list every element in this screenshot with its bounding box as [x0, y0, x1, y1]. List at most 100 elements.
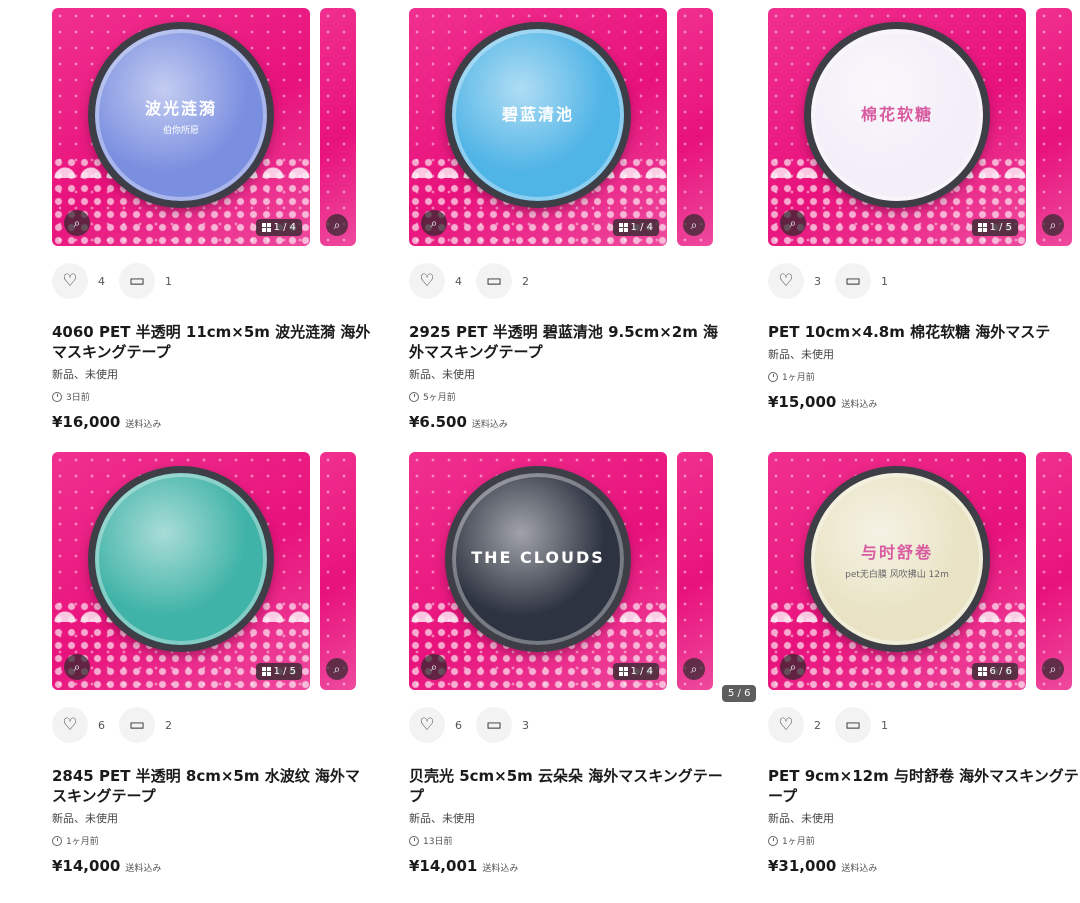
product-condition: 新品、未使用 [768, 348, 834, 361]
clock-icon [768, 835, 778, 846]
heart-icon[interactable]: ♡ [52, 263, 88, 299]
shipping-label: 送料込み [482, 864, 519, 874]
product-condition: 新品、未使用 [52, 368, 118, 381]
product-price: ¥15,000 [768, 393, 837, 411]
product-main-image[interactable]: 棉花软糖 ⌕ 1 / 5 [768, 8, 1026, 246]
tape-label: 波光涟漪 [144, 98, 217, 118]
posted-time-text: 13日前 [423, 837, 453, 847]
product-main-image[interactable]: 碧蓝清池 ⌕ 1 / 4 [409, 8, 667, 246]
tape-label: 碧蓝清池 [501, 105, 574, 125]
heart-icon[interactable]: ♡ [409, 707, 445, 743]
product-title[interactable]: 贝壳光 5cm×5m 云朵朵 海外マスキングテープ [409, 766, 729, 806]
comment-count: 1 [881, 718, 888, 732]
lens-search-icon[interactable]: ⌕ [326, 658, 348, 680]
tape-label: 与时舒卷 [860, 542, 933, 562]
lens-search-icon[interactable]: ⌕ [683, 658, 705, 680]
next-image-preview[interactable]: ⌕ [320, 8, 356, 246]
shipping-label: 送料込み [841, 864, 878, 874]
image-counter: 1 / 4 [612, 219, 659, 236]
clock-icon [52, 391, 62, 402]
image-counter-text: 1 / 5 [989, 222, 1012, 233]
product-card[interactable]: 波光涟漪 伯你所愿 ⌕ 1 / 4 ⌕ ♡ 4 ▭ 1 4060 PET 半透明… [52, 8, 392, 431]
product-card[interactable]: THE CLOUDS ⌕ 1 / 4 ⌕ ♡ 6 ▭ 3 贝壳光 5cm×5m … [409, 452, 749, 875]
grid-icon [977, 667, 987, 676]
product-card[interactable]: 碧蓝清池 ⌕ 1 / 4 ⌕ ♡ 4 ▭ 2 2925 PET 半透明 碧蓝清池… [409, 8, 749, 431]
product-images: 碧蓝清池 ⌕ 1 / 4 ⌕ [409, 8, 749, 248]
lens-search-icon[interactable]: ⌕ [780, 210, 806, 236]
tape-label: THE CLOUDS [471, 547, 605, 567]
heart-icon[interactable]: ♡ [52, 707, 88, 743]
product-condition: 新品、未使用 [409, 368, 475, 381]
next-image-preview[interactable]: ⌕ [1036, 8, 1072, 246]
action-bar: ♡ 4 ▭ 2 [409, 262, 749, 300]
product-main-image[interactable]: ⌕ 1 / 5 [52, 452, 310, 690]
lens-search-icon[interactable]: ⌕ [64, 210, 90, 236]
comment-icon[interactable]: ▭ [476, 263, 512, 299]
grid-icon [977, 223, 987, 232]
product-title[interactable]: 2845 PET 半透明 8cm×5m 水波纹 海外マスキングテープ [52, 766, 372, 806]
product-card[interactable]: ⌕ 1 / 5 ⌕ ♡ 6 ▭ 2 2845 PET 半透明 8cm×5m 水波… [52, 452, 392, 875]
product-card[interactable]: 棉花软糖 ⌕ 1 / 5 ⌕ ♡ 3 ▭ 1 PET 10cm×4.8m 棉花软… [768, 8, 1080, 411]
tape-roll: 碧蓝清池 [445, 22, 631, 209]
product-condition: 新品、未使用 [52, 812, 118, 825]
grid-icon [261, 667, 271, 676]
image-counter-text: 1 / 4 [630, 222, 653, 233]
action-bar: ♡ 3 ▭ 1 [768, 262, 1080, 300]
image-counter: 1 / 5 [255, 663, 302, 680]
clock-icon [768, 371, 778, 382]
product-title[interactable]: 4060 PET 半透明 11cm×5m 波光涟漪 海外マスキングテープ [52, 322, 372, 362]
dot-pattern [1036, 452, 1072, 690]
image-counter-text: 1 / 5 [273, 666, 296, 677]
heart-icon[interactable]: ♡ [768, 263, 804, 299]
posted-time: 1ヶ月前 [52, 834, 392, 847]
product-main-image[interactable]: 与时舒卷 pet无白膜 风吹拂山 12m ⌕ 6 / 6 [768, 452, 1026, 690]
product-card[interactable]: 与时舒卷 pet无白膜 风吹拂山 12m ⌕ 6 / 6 ⌕ ♡ 2 ▭ 1 P… [768, 452, 1080, 875]
product-title[interactable]: 2925 PET 半透明 碧蓝清池 9.5cm×2m 海外マスキングテープ [409, 322, 729, 362]
next-image-preview[interactable]: ⌕ [1036, 452, 1072, 690]
lens-search-icon[interactable]: ⌕ [326, 214, 348, 236]
tape-roll: 棉花软糖 [804, 22, 990, 209]
action-bar: ♡ 4 ▭ 1 [52, 262, 392, 300]
dot-pattern [1036, 8, 1072, 246]
lens-search-icon[interactable]: ⌕ [421, 654, 447, 680]
posted-time-text: 1ヶ月前 [66, 837, 99, 847]
heart-icon[interactable]: ♡ [768, 707, 804, 743]
dot-pattern [677, 452, 713, 690]
tape-roll: 与时舒卷 pet无白膜 风吹拂山 12m [804, 466, 990, 653]
next-image-preview[interactable]: ⌕ [677, 452, 713, 690]
lens-search-icon[interactable]: ⌕ [780, 654, 806, 680]
product-title[interactable]: PET 10cm×4.8m 棉花软糖 海外マステ [768, 322, 1080, 342]
product-main-image[interactable]: THE CLOUDS ⌕ 1 / 4 [409, 452, 667, 690]
comment-icon[interactable]: ▭ [835, 263, 871, 299]
like-count: 6 [455, 718, 462, 732]
lens-search-icon[interactable]: ⌕ [683, 214, 705, 236]
comment-icon[interactable]: ▭ [119, 707, 155, 743]
lens-search-icon[interactable]: ⌕ [1042, 214, 1064, 236]
price-row: ¥16,000 送料込み [52, 413, 392, 431]
grid-icon [618, 223, 628, 232]
comment-icon[interactable]: ▭ [119, 263, 155, 299]
image-counter: 1 / 4 [255, 219, 302, 236]
tape-sublabel: 伯你所愿 [162, 125, 199, 136]
heart-icon[interactable]: ♡ [409, 263, 445, 299]
action-bar: ♡ 6 ▭ 2 [52, 706, 392, 744]
like-count: 4 [98, 274, 105, 288]
comment-count: 2 [522, 274, 529, 288]
product-main-image[interactable]: 波光涟漪 伯你所愿 ⌕ 1 / 4 [52, 8, 310, 246]
image-counter-text: 1 / 4 [273, 222, 296, 233]
shipping-label: 送料込み [471, 420, 508, 430]
comment-icon[interactable]: ▭ [476, 707, 512, 743]
action-bar: ♡ 6 ▭ 3 [409, 706, 749, 744]
product-images: 棉花软糖 ⌕ 1 / 5 ⌕ [768, 8, 1080, 248]
comment-icon[interactable]: ▭ [835, 707, 871, 743]
next-image-preview[interactable]: ⌕ [320, 452, 356, 690]
lens-search-icon[interactable]: ⌕ [421, 210, 447, 236]
like-count: 6 [98, 718, 105, 732]
clock-icon [52, 835, 62, 846]
product-price: ¥14,001 [409, 857, 478, 875]
price-row: ¥6.500 送料込み [409, 413, 749, 431]
lens-search-icon[interactable]: ⌕ [1042, 658, 1064, 680]
lens-search-icon[interactable]: ⌕ [64, 654, 90, 680]
product-title[interactable]: PET 9cm×12m 与时舒卷 海外マスキングテープ [768, 766, 1080, 806]
next-image-preview[interactable]: ⌕ [677, 8, 713, 246]
